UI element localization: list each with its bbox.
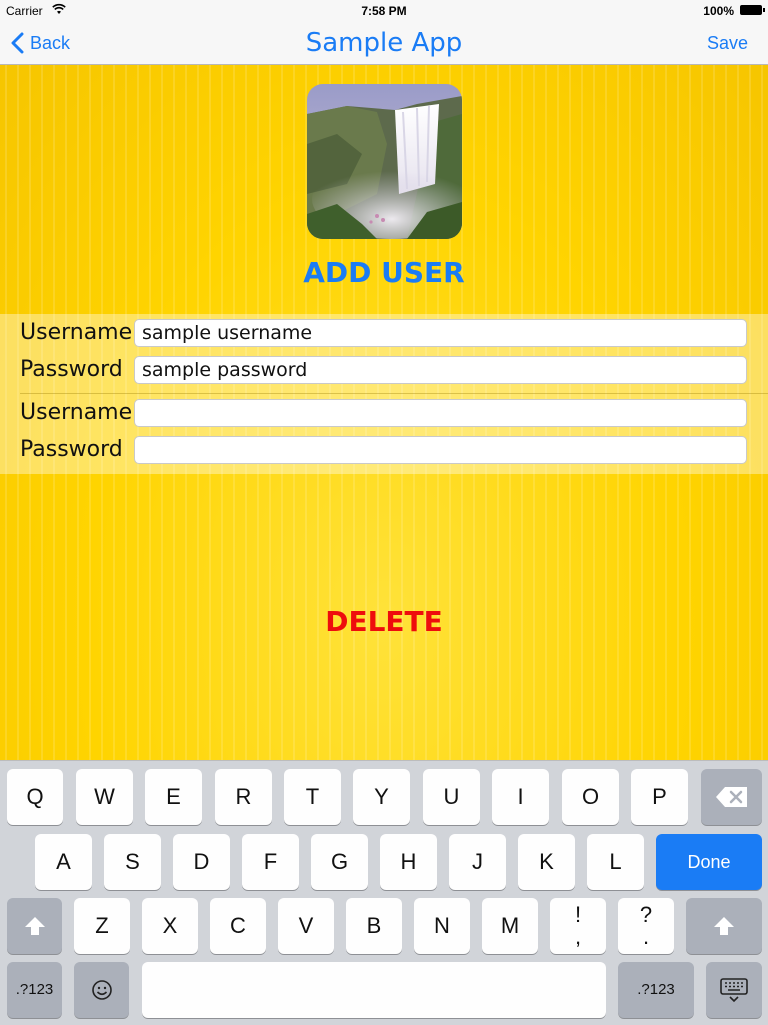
key-e[interactable]: E xyxy=(145,769,202,825)
space-bar[interactable] xyxy=(142,962,606,1018)
profile-photo[interactable] xyxy=(307,84,462,239)
done-key[interactable]: Done xyxy=(656,834,762,890)
navigation-bar: Back Sample App Save xyxy=(0,22,768,65)
keyboard: Q W E R T Y U I O P A S D F G H J K L Do… xyxy=(0,760,768,1025)
key-z[interactable]: Z xyxy=(74,898,130,954)
add-user-button[interactable]: ADD USER xyxy=(0,256,768,289)
battery-percent: 100% xyxy=(703,4,734,18)
form-divider xyxy=(20,393,768,394)
key-w[interactable]: W xyxy=(76,769,133,825)
key-q[interactable]: Q xyxy=(7,769,63,825)
key-i[interactable]: I xyxy=(492,769,549,825)
key-h[interactable]: H xyxy=(380,834,437,890)
key-exclaim-comma[interactable]: ! , xyxy=(550,898,606,954)
key-n[interactable]: N xyxy=(414,898,470,954)
battery-icon xyxy=(740,5,765,15)
key-c[interactable]: C xyxy=(210,898,266,954)
backspace-icon xyxy=(715,787,747,807)
key-t[interactable]: T xyxy=(284,769,341,825)
key-j[interactable]: J xyxy=(449,834,506,890)
key-v[interactable]: V xyxy=(278,898,334,954)
emoji-key[interactable] xyxy=(74,962,129,1018)
key-s[interactable]: S xyxy=(104,834,161,890)
save-button[interactable]: Save xyxy=(707,33,748,54)
key-a[interactable]: A xyxy=(35,834,92,890)
comma-glyph: , xyxy=(574,924,582,949)
key-question-period[interactable]: ? . xyxy=(618,898,674,954)
shift-icon xyxy=(24,917,45,935)
numbers-key-right[interactable]: .?123 xyxy=(618,962,694,1018)
page-title: Sample App xyxy=(305,28,463,58)
key-y[interactable]: Y xyxy=(353,769,410,825)
shift-icon xyxy=(714,917,734,935)
keyboard-dismiss-icon xyxy=(720,978,748,1003)
key-x[interactable]: X xyxy=(142,898,198,954)
key-g[interactable]: G xyxy=(311,834,368,890)
username-field[interactable] xyxy=(134,319,747,347)
password-field[interactable] xyxy=(134,356,747,384)
delete-button[interactable]: DELETE xyxy=(0,605,768,638)
key-b[interactable]: B xyxy=(346,898,402,954)
key-f[interactable]: F xyxy=(242,834,299,890)
question-glyph: ? xyxy=(639,902,653,927)
password-label: Password xyxy=(20,437,123,462)
shift-key-right[interactable] xyxy=(686,898,762,954)
username-label: Username xyxy=(20,320,133,345)
exclaim-glyph: ! xyxy=(574,902,582,927)
period-glyph: . xyxy=(642,924,650,949)
emoji-icon xyxy=(91,980,112,1000)
status-bar: Carrier 7:58 PM 100% xyxy=(0,0,768,22)
backspace-key[interactable] xyxy=(701,769,762,825)
shift-key-left[interactable] xyxy=(7,898,62,954)
password-label: Password xyxy=(20,357,123,382)
key-m[interactable]: M xyxy=(482,898,538,954)
key-k[interactable]: K xyxy=(518,834,575,890)
key-l[interactable]: L xyxy=(587,834,644,890)
waterfall-image xyxy=(307,84,462,239)
username-field[interactable] xyxy=(134,399,747,427)
key-u[interactable]: U xyxy=(423,769,480,825)
username-label: Username xyxy=(20,400,133,425)
key-p[interactable]: P xyxy=(631,769,688,825)
key-o[interactable]: O xyxy=(562,769,619,825)
dismiss-keyboard-key[interactable] xyxy=(706,962,762,1018)
clock: 7:58 PM xyxy=(361,4,407,18)
key-r[interactable]: R xyxy=(215,769,272,825)
password-field[interactable] xyxy=(134,436,747,464)
key-d[interactable]: D xyxy=(173,834,230,890)
numbers-key-left[interactable]: .?123 xyxy=(7,962,62,1018)
